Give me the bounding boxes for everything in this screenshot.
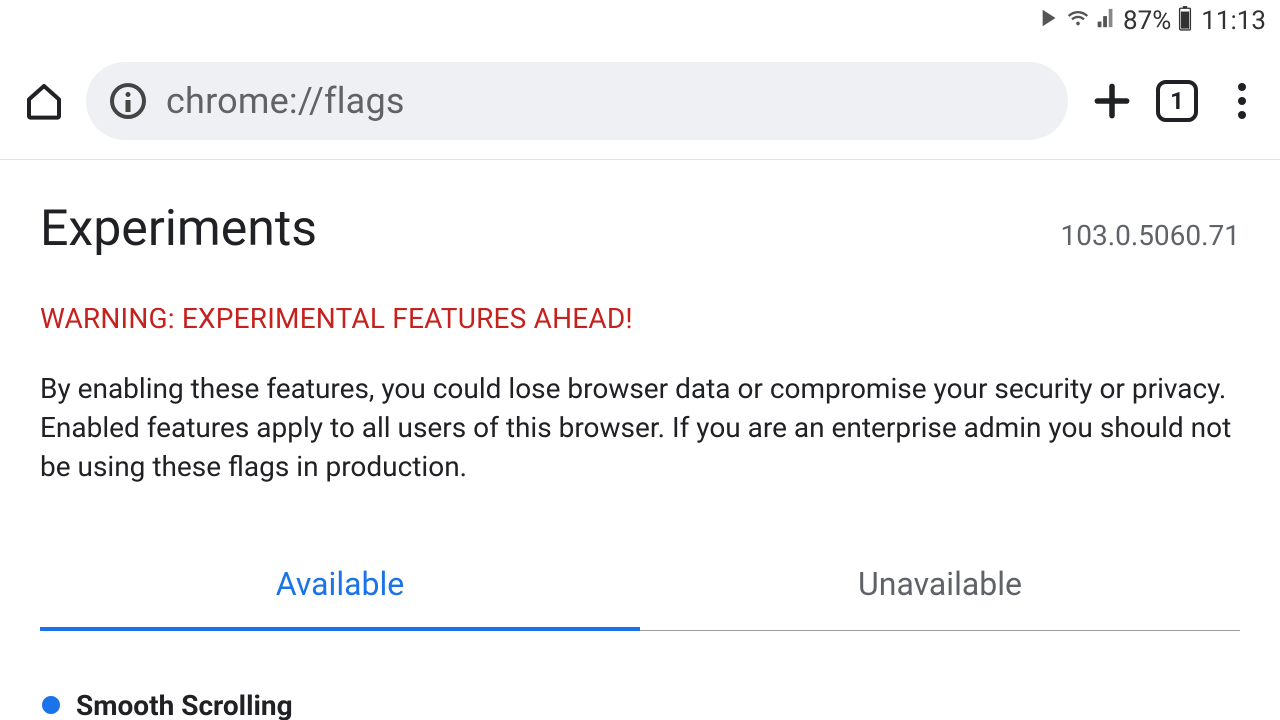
status-bar: 87% 11:13: [0, 0, 1280, 42]
overflow-menu-button[interactable]: [1220, 83, 1264, 119]
url-text: chrome://flags: [166, 80, 405, 122]
header-row: Experiments 103.0.5060.71: [40, 200, 1240, 258]
clock: 11:13: [1201, 6, 1266, 36]
warning-text: WARNING: EXPERIMENTAL FEATURES AHEAD!: [40, 302, 1240, 335]
tab-switcher-button[interactable]: 1: [1156, 80, 1198, 122]
dot-icon: [1238, 83, 1246, 91]
page-content: Experiments 103.0.5060.71 WARNING: EXPER…: [0, 160, 1280, 720]
dot-icon: [1238, 111, 1246, 119]
play-store-icon: [1039, 6, 1061, 36]
wifi-icon: [1067, 6, 1089, 36]
dot-icon: [1238, 97, 1246, 105]
flag-item[interactable]: Smooth Scrolling: [40, 689, 1240, 720]
tab-available[interactable]: Available: [40, 547, 640, 631]
page-title: Experiments: [40, 200, 317, 258]
battery-icon: [1177, 5, 1193, 38]
omnibox[interactable]: chrome://flags: [86, 62, 1068, 140]
signal-icon: [1095, 6, 1117, 36]
version-text: 103.0.5060.71: [1060, 219, 1240, 252]
flag-title: Smooth Scrolling: [76, 689, 293, 720]
battery-percent: 87%: [1123, 6, 1171, 36]
new-tab-button[interactable]: [1090, 79, 1134, 123]
site-info-icon[interactable]: [110, 83, 146, 119]
tab-unavailable[interactable]: Unavailable: [640, 547, 1240, 631]
home-button[interactable]: [24, 81, 64, 121]
tab-count: 1: [1170, 87, 1184, 115]
browser-toolbar: chrome://flags 1: [0, 42, 1280, 160]
tabs-row: Available Unavailable: [40, 547, 1240, 631]
flag-status-dot-icon: [42, 696, 60, 714]
description-text: By enabling these features, you could lo…: [40, 369, 1240, 487]
